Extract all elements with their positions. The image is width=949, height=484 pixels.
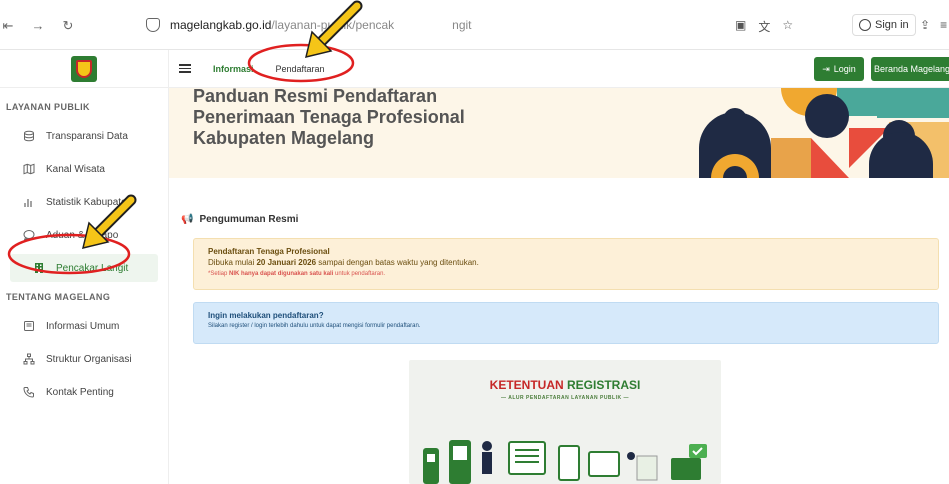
sign-in-label: Sign in [875, 19, 909, 31]
browser-toolbar: ⇤ → ↻ magelangkab.go.id/layanan-publik/p… [0, 0, 949, 50]
browser-extras: ⇪ ≡ [920, 18, 947, 32]
sidebar-item-label: Pencakar Langit [56, 262, 129, 274]
reload-icon[interactable]: ↻ [60, 18, 76, 34]
star-icon[interactable]: ☆ [782, 18, 793, 35]
login-icon: ⇥ [822, 63, 830, 74]
shield-icon [146, 18, 160, 32]
note-suffix: untuk pendaftaran. [333, 271, 386, 277]
logo[interactable] [71, 55, 97, 82]
top-navbar: Informasi Pendaftaran ⇥ Login Beranda Ma… [169, 50, 949, 88]
document-icon [22, 319, 36, 333]
login-button[interactable]: ⇥ Login [814, 57, 864, 81]
url-actions: ▣ 文 ☆ [735, 18, 793, 35]
emblem-icon [76, 59, 92, 78]
announcement-heading: 📢 Pengumuman Resmi [181, 214, 298, 225]
sidebar-item-pencakar-langit[interactable]: Pencakar Langit [10, 254, 158, 282]
page-title: Panduan Resmi Pendaftaran Penerimaan Ten… [193, 88, 465, 148]
reader-icon[interactable]: ▣ [735, 18, 746, 35]
address-bar[interactable]: magelangkab.go.id/layanan-publik/pencak n… [138, 12, 798, 38]
chat-icon [22, 228, 36, 242]
sidebar-item-label: Informasi Umum [46, 320, 120, 332]
announcement-box: Pendaftaran Tenaga Profesional Dibuka mu… [193, 238, 939, 290]
info-text: Silakan register / login terlebih dahulu… [208, 323, 421, 329]
sidebar-item-aduan[interactable]: Aduan & Pelapo [0, 221, 168, 249]
sidebar-item-informasi-umum[interactable]: Informasi Umum [0, 312, 168, 340]
note-bold: NIK hanya dapat digunakan satu kali [229, 271, 334, 277]
open-date: 20 Januari 2026 [256, 258, 317, 267]
translate-icon[interactable]: 文 [758, 18, 770, 35]
map-icon [22, 162, 36, 176]
sidebar-item-kontak[interactable]: Kontak Penting [0, 378, 168, 406]
sidebar-item-statistik[interactable]: Statistik Kabupaten [0, 188, 168, 216]
forward-icon[interactable]: → [30, 18, 46, 34]
url-host: magelangkab.go.id [170, 18, 272, 32]
browser-nav: ⇤ → ↻ [0, 18, 76, 34]
registration-poster: KETENTUAN REGISTRASI — ALUR PENDAFTARAN … [409, 360, 721, 484]
text-prefix: Dibuka mulai [208, 258, 257, 267]
tab-pendaftaran[interactable]: Pendaftaran [276, 64, 325, 74]
sidebar-item-kanal-wisata[interactable]: Kanal Wisata [0, 155, 168, 183]
org-chart-icon [22, 352, 36, 366]
tab-informasi[interactable]: Informasi [213, 64, 254, 74]
poster-illustration [423, 440, 707, 484]
bar-chart-icon [22, 195, 36, 209]
announcement-title: Pengumuman Resmi [199, 214, 299, 225]
announcement-note: *Setiap NIK hanya dapat digunakan satu k… [208, 271, 924, 277]
url-path-tail: ngit [452, 18, 472, 32]
main-content: 📢 Pengumuman Resmi Pendaftaran Tenaga Pr… [169, 178, 949, 484]
sidebar-item-label: Struktur Organisasi [46, 353, 132, 365]
sidebar: LAYANAN PUBLIK Transparansi Data Kanal W… [0, 50, 169, 484]
sidebar-item-transparansi[interactable]: Transparansi Data [0, 122, 168, 150]
note-prefix: *Setiap [208, 271, 230, 277]
database-icon [22, 129, 36, 143]
hero-illustration [699, 88, 949, 178]
section-title-tentang: TENTANG MAGELANG [6, 292, 111, 302]
menu-icon[interactable]: ≡ [940, 18, 947, 32]
login-label: Login [833, 64, 856, 74]
hero-banner: Panduan Resmi Pendaftaran Penerimaan Ten… [169, 88, 949, 178]
register-info-box: Ingin melakukan pendaftaran? Silakan reg… [193, 302, 939, 344]
section-title-layanan: LAYANAN PUBLIK [6, 102, 90, 112]
sign-in-button[interactable]: Sign in [852, 14, 916, 36]
building-icon [32, 261, 46, 275]
sidebar-item-label: Statistik Kabupaten [46, 196, 133, 208]
account-icon [859, 19, 871, 31]
logo-area [0, 50, 168, 88]
url-path: /layanan-publik/pencak [271, 18, 395, 32]
text-suffix: sampai dengan batas waktu yang ditentuka… [316, 258, 479, 267]
sidebar-item-label: Kanal Wisata [46, 163, 105, 175]
sidebar-item-label: Kontak Penting [46, 386, 114, 398]
hamburger-icon[interactable] [179, 64, 191, 73]
beranda-label: Beranda Magelang [873, 64, 949, 74]
announcement-box-title: Pendaftaran Tenaga Profesional [208, 247, 330, 256]
announcement-box-text: Dibuka mulai 20 Januari 2026 sampai deng… [208, 258, 924, 267]
sidebar-item-label: Transparansi Data [46, 130, 128, 142]
share-icon[interactable]: ⇪ [920, 18, 930, 32]
megaphone-icon: 📢 [181, 214, 194, 225]
sidebar-item-label: Aduan & Pelapo [46, 229, 119, 241]
beranda-button[interactable]: Beranda Magelang [871, 57, 949, 81]
info-title: Ingin melakukan pendaftaran? [208, 311, 324, 320]
back-icon[interactable]: ⇤ [0, 18, 16, 34]
phone-icon [22, 385, 36, 399]
sidebar-item-struktur[interactable]: Struktur Organisasi [0, 345, 168, 373]
